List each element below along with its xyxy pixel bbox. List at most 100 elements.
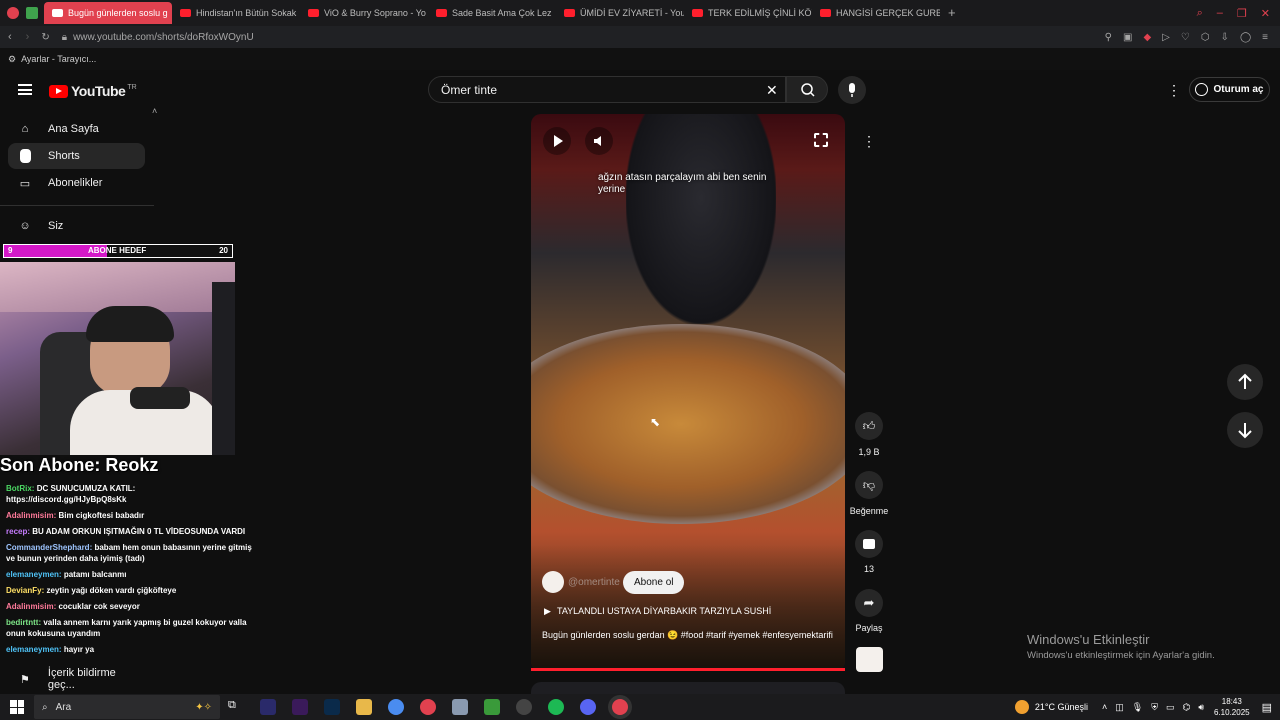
profile-icon[interactable]: ◯ (1240, 32, 1251, 43)
search-tabs-icon[interactable]: ⌕ (1197, 7, 1203, 20)
sidebar-item-you[interactable]: ☺ Siz (8, 213, 145, 239)
maximize-icon[interactable]: ❐ (1237, 7, 1247, 20)
dislike-label: Beğenme (849, 506, 889, 516)
chrome-icon[interactable] (388, 699, 404, 715)
photoshop-icon[interactable] (324, 699, 340, 715)
downloads-icon[interactable]: ⇩ (1221, 32, 1229, 43)
browser-tab[interactable]: Bugün günlerden soslu g (44, 2, 172, 24)
channel-name[interactable]: @omertinte (568, 577, 620, 588)
music-title[interactable]: TAYLANDLI USTAYA DİYARBAKIR TARZIYLA SUS… (557, 606, 771, 616)
clear-search-icon[interactable]: ✕ (766, 82, 778, 99)
comments-button[interactable] (855, 530, 883, 558)
search-input[interactable]: Ömer tinte (428, 76, 786, 103)
tray-app-icon[interactable]: ◫ (1115, 702, 1124, 713)
weather-text[interactable]: 21°C Güneşli (1035, 702, 1088, 712)
menu-icon[interactable]: ≡ (1262, 32, 1268, 43)
camera-icon[interactable]: ▣ (1123, 32, 1132, 43)
notepad-icon[interactable] (452, 699, 468, 715)
sidebar-item-shorts[interactable]: Shorts (8, 143, 145, 169)
sidebar-item-home[interactable]: ⌂ Ana Sayfa (8, 116, 145, 142)
whatsapp-icon[interactable] (26, 7, 38, 19)
chat-username: DevianFy: (6, 586, 45, 595)
voice-search-button[interactable] (838, 76, 866, 104)
forward-icon[interactable]: › (26, 31, 30, 43)
short-more-icon[interactable]: ⋮ (855, 127, 883, 155)
windows-activation-watermark: Windows'u Etkinleştir Windows'u etkinleş… (1027, 632, 1215, 661)
dislike-button[interactable]: 👎︎ (855, 471, 883, 499)
file-explorer-icon[interactable] (356, 699, 372, 715)
browser-tab[interactable]: ViO & Burry Soprano - Yo (300, 2, 428, 24)
clock[interactable]: 18:43 6.10.2025 (1214, 696, 1250, 718)
pin-icon[interactable]: ⚲ (1105, 32, 1112, 43)
browser-tab[interactable]: TERK EDİLMİŞ ÇİNLİ KÖY (684, 2, 812, 24)
sidebar-item-report[interactable]: ⚑ İçerik bildirme geç... (8, 666, 145, 692)
tray-display-icon[interactable]: ▭ (1166, 702, 1175, 713)
video-progress-bar[interactable] (531, 668, 845, 671)
shield-icon[interactable]: ◆ (1143, 32, 1151, 43)
extensions-icon[interactable]: ⬡ (1201, 32, 1210, 43)
previous-short-button[interactable] (1227, 364, 1263, 400)
hamburger-menu-icon[interactable] (18, 84, 32, 95)
reload-icon[interactable]: ↻ (41, 32, 49, 43)
opera-icon[interactable] (420, 699, 436, 715)
next-short-preview[interactable] (531, 682, 845, 694)
start-button[interactable] (10, 700, 24, 714)
thumbs-up-icon: 👍︎ (862, 418, 876, 433)
discord-icon[interactable] (580, 699, 596, 715)
comment-icon (863, 539, 875, 549)
notifications-icon[interactable]: ▤ (1262, 701, 1272, 714)
youtube-favicon-icon (692, 9, 703, 17)
tray-chevron-icon[interactable]: ˄ (1102, 702, 1107, 712)
user-icon: ☺ (19, 220, 31, 232)
channel-avatar[interactable] (542, 571, 564, 593)
minimize-icon[interactable]: – (1217, 7, 1223, 20)
chat-message: recep: BU ADAM ORKUN IŞITMAĞIN 0 TL VİDE… (6, 526, 256, 537)
browser-tab[interactable]: HANGİSİ GERÇEK GURBE (812, 2, 940, 24)
opera-gx-icon[interactable] (612, 699, 628, 715)
search-button[interactable] (786, 76, 828, 103)
chat-text: valla annem karnı yarık yapmış bi guzel … (6, 618, 247, 638)
play-button[interactable] (543, 127, 571, 155)
browser-tab[interactable]: Sade Basit Ama Çok Lez (428, 2, 556, 24)
volume-icon[interactable]: 🔊︎ (1198, 702, 1204, 713)
fullscreen-icon[interactable] (814, 133, 828, 147)
more-options-icon[interactable]: ⋮ (1167, 82, 1181, 99)
heart-icon[interactable]: ♡ (1181, 32, 1190, 43)
youtube-logo[interactable]: YouTube TR (49, 83, 137, 99)
collapse-chevron-icon[interactable]: ˄ (152, 106, 157, 116)
url-field[interactable]: www.youtube.com/shorts/doRfoxWOynU (73, 32, 254, 43)
mute-button[interactable] (585, 127, 613, 155)
signin-button[interactable]: Oturum aç (1189, 77, 1270, 102)
network-icon[interactable]: ⌬ (1182, 702, 1190, 713)
sidebar-item-subscriptions[interactable]: ▭ Abonelikler (8, 170, 145, 196)
opera-logo-icon[interactable] (7, 7, 19, 19)
chat-message: BotRix: DC SUNUCUMUZA KATIL: https://dis… (6, 483, 256, 505)
chat-username: Adalinmisim: (6, 602, 57, 611)
play-icon[interactable]: ▷ (1162, 32, 1170, 43)
spotify-icon[interactable] (548, 699, 564, 715)
comment-count: 13 (863, 564, 874, 574)
like-button[interactable]: 👍︎ (855, 412, 883, 440)
subscribe-button[interactable]: Abone ol (623, 571, 685, 594)
task-view-icon[interactable]: ⧉ (228, 699, 244, 715)
obs-icon[interactable] (516, 699, 532, 715)
premiere-icon[interactable] (260, 699, 276, 715)
taskbar-search[interactable]: ⌕ Ara ✦✧ (34, 695, 220, 719)
share-button[interactable]: ➦ (855, 589, 883, 617)
browser-tab[interactable]: Hindistan'ın Bütün Sokak (172, 2, 300, 24)
tray-mic-icon[interactable]: 🎙︎ (1132, 702, 1143, 713)
close-window-icon[interactable]: ✕ (1261, 7, 1270, 20)
next-short-button[interactable] (1227, 412, 1263, 448)
browser-tab[interactable]: ÜMİDİ EV ZİYARETİ - You (556, 2, 684, 24)
settings-bookmark[interactable]: Ayarlar - Tarayıcı... (21, 54, 96, 64)
thumbs-down-icon: 👎︎ (862, 477, 876, 492)
new-tab-icon[interactable]: + (948, 6, 962, 20)
minecraft-icon[interactable] (484, 699, 500, 715)
video-description: Bugün günlerden soslu gerdan 😉 #food #ta… (542, 630, 833, 640)
tab-label: Sade Basit Ama Çok Lez (452, 8, 552, 18)
back-icon[interactable]: ‹ (8, 31, 12, 43)
premiere-pro-icon[interactable] (292, 699, 308, 715)
tray-vpn-icon[interactable]: ⛨ (1151, 702, 1158, 713)
sound-thumbnail[interactable] (856, 647, 883, 672)
music-play-icon: ▶ (544, 606, 551, 616)
